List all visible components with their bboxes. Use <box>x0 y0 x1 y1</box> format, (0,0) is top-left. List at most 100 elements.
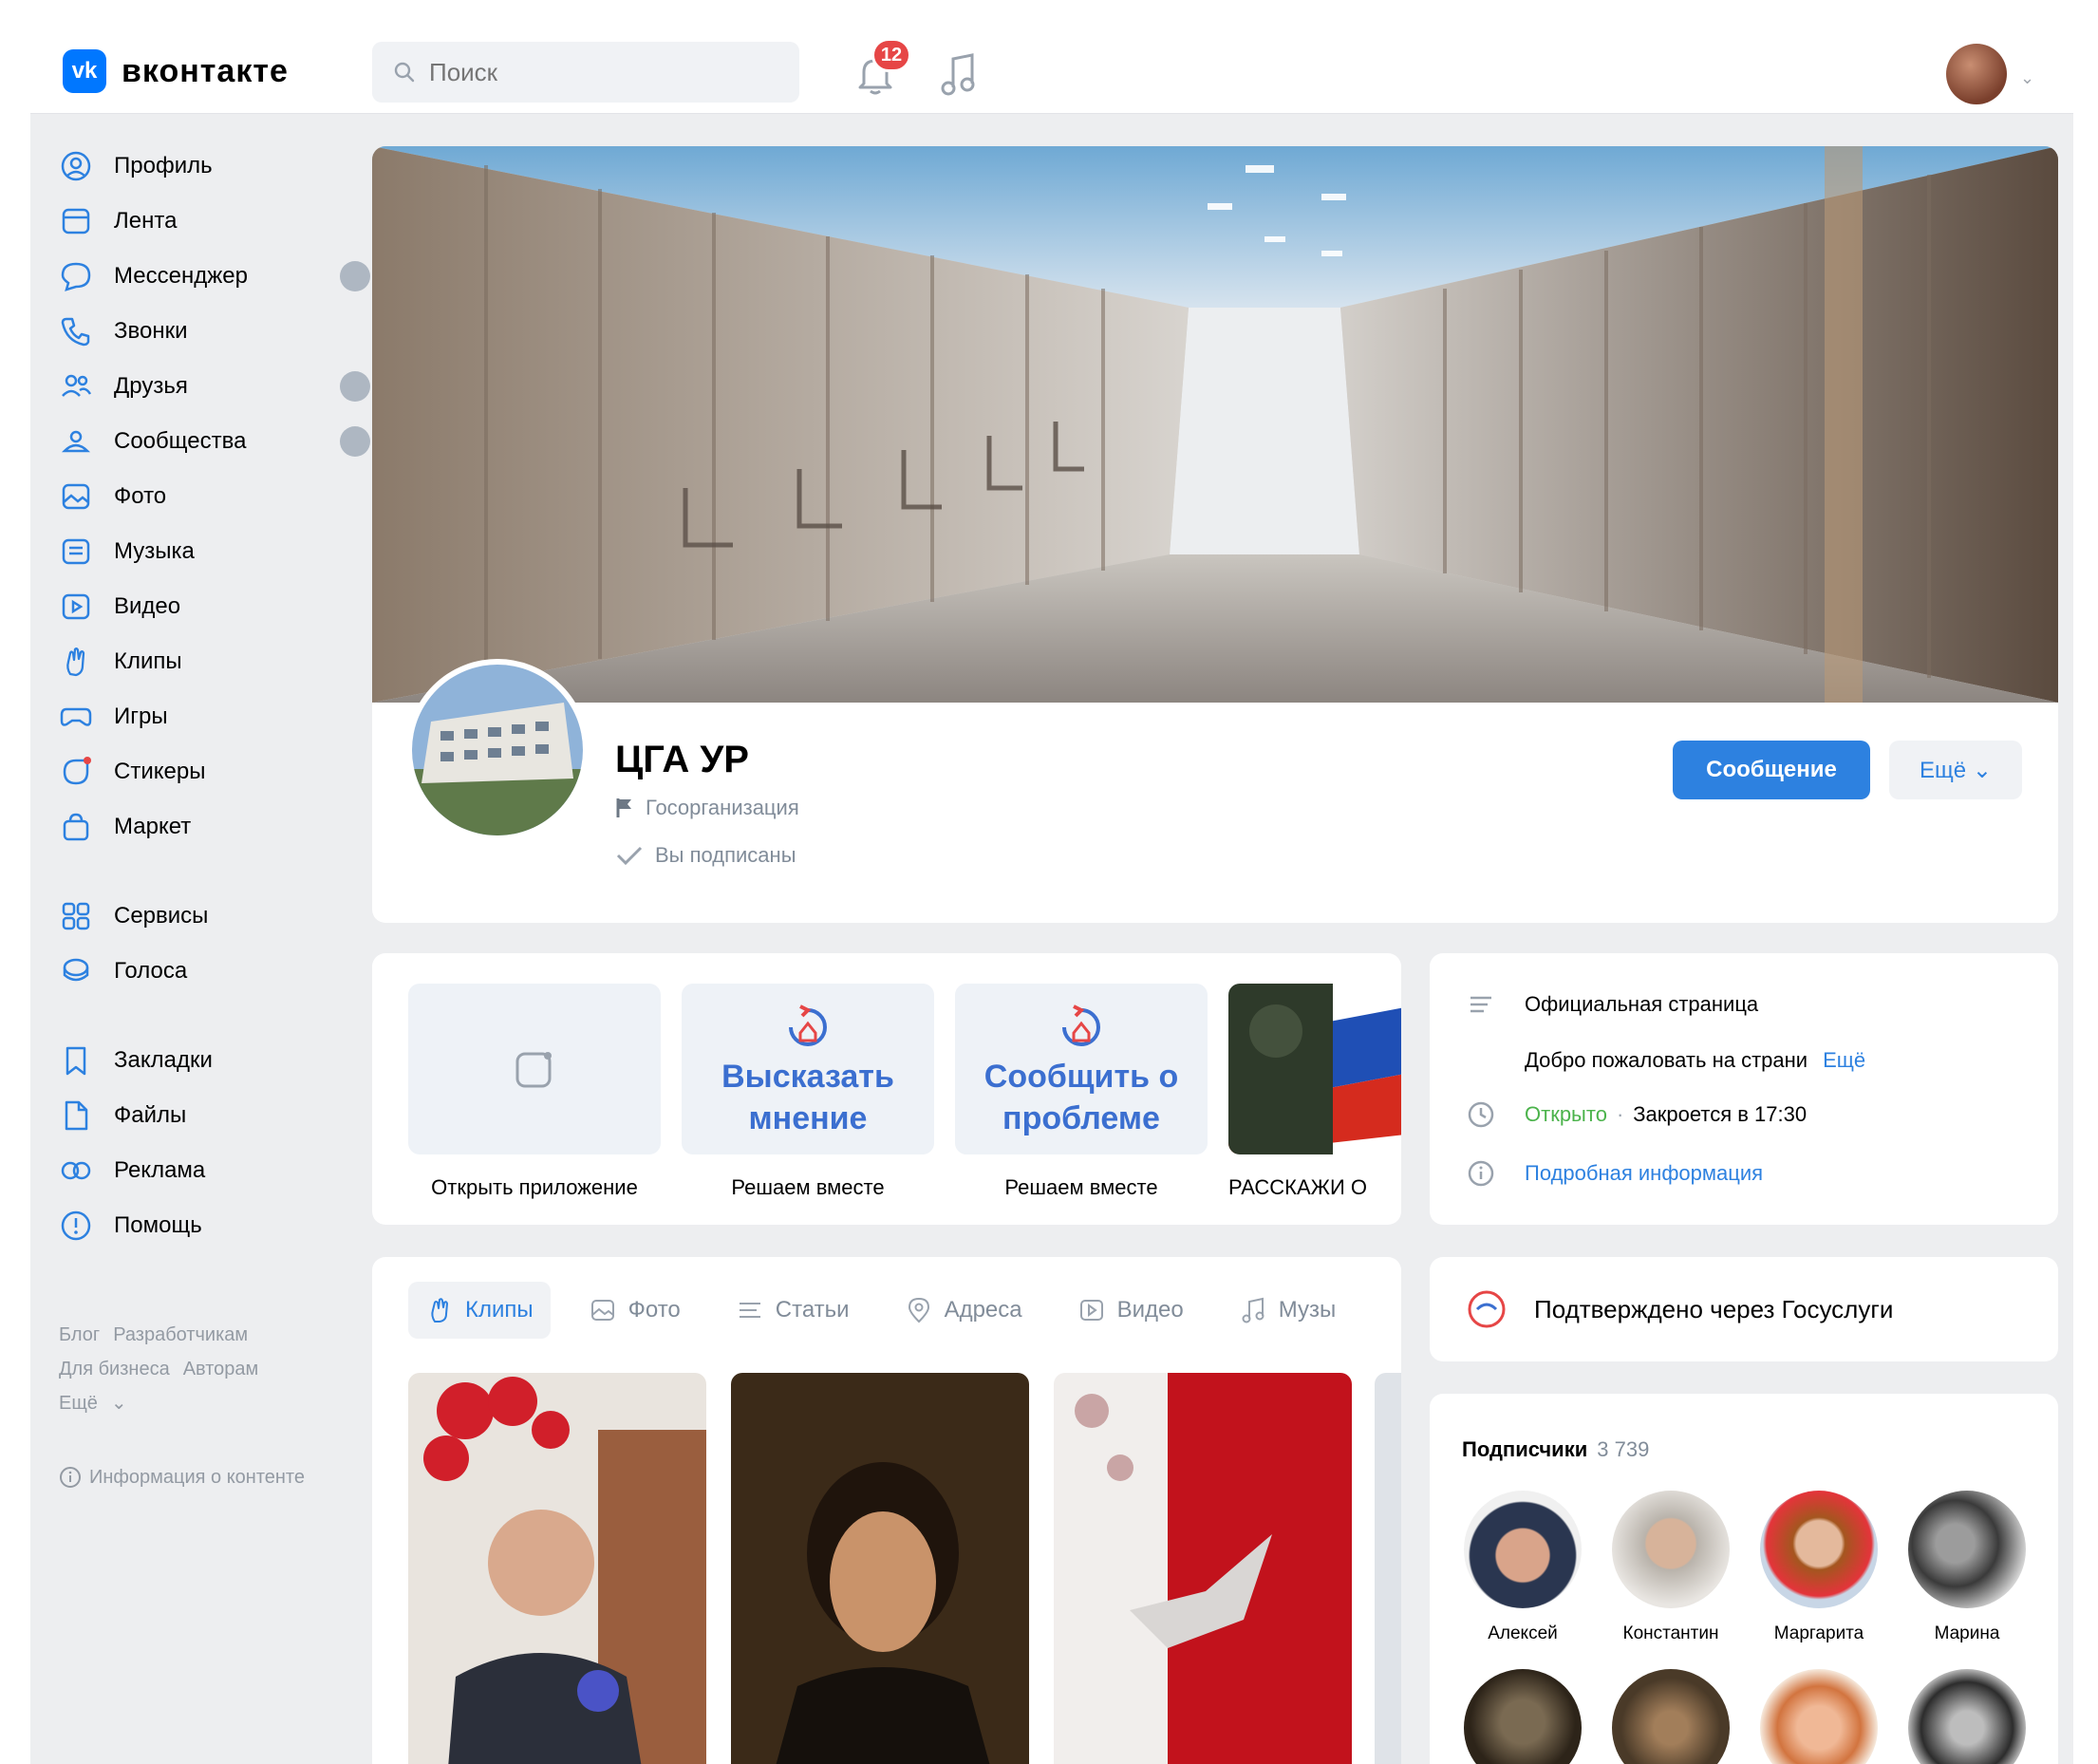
services-icon <box>62 902 90 930</box>
app-tile <box>1228 984 1401 1154</box>
content-info-link[interactable]: Информация о контенте <box>59 1466 305 1489</box>
clip-thumbnail-partial[interactable] <box>1375 1373 1401 1764</box>
sidebar-item-messenger[interactable]: Мессенджер <box>59 249 372 304</box>
sidebar-item-photo[interactable]: Фото <box>59 469 372 524</box>
sidebar-item-label: Маркет <box>114 814 192 839</box>
welcome-more-link[interactable]: Ещё <box>1823 1048 1865 1073</box>
subscriber[interactable] <box>1610 1669 1732 1764</box>
subscriber-avatar <box>1612 1491 1730 1608</box>
sidebar-item-feed[interactable]: Лента <box>59 194 372 249</box>
app-report-problem[interactable]: Сообщить о проблеме Решаем вместе <box>955 984 1208 1200</box>
vk-logo-mark: vk <box>63 49 106 93</box>
tab-addresses[interactable]: Адреса <box>888 1282 1040 1339</box>
photo-icon <box>590 1300 614 1321</box>
subscriber-name: Алексей <box>1488 1623 1558 1643</box>
footer-link-developers[interactable]: Разработчикам <box>113 1324 248 1345</box>
clip-thumbnail[interactable] <box>408 1373 706 1764</box>
media-card: Клипы Фото Статьи Адреса Видео Музы <box>372 1257 1401 1764</box>
subscriber[interactable] <box>1906 1669 2028 1764</box>
flag-icon <box>616 798 631 817</box>
app-tile <box>408 984 661 1154</box>
sidebar-item-market[interactable]: Маркет <box>59 799 372 854</box>
list-icon <box>1470 996 1491 1013</box>
tab-articles[interactable]: Статьи <box>719 1282 867 1339</box>
files-icon <box>65 1100 88 1131</box>
subscriber[interactable]: Константин <box>1610 1491 1732 1644</box>
info-welcome: Добро пожаловать на страни Ещё <box>1525 1048 1865 1073</box>
sidebar-item-stickers[interactable]: Стикеры <box>59 744 372 799</box>
group-type-label: Госорганизация <box>646 796 799 819</box>
tab-clips[interactable]: Клипы <box>408 1282 551 1339</box>
info-details[interactable]: Подробная информация <box>1466 1158 1763 1189</box>
stickers-icon <box>63 757 91 785</box>
subscribers-title[interactable]: Подписчики 3 739 <box>1462 1437 1649 1462</box>
sidebar-item-friends[interactable]: Друзья <box>59 359 372 414</box>
app-opinion[interactable]: Высказать мнение Решаем вместе <box>682 984 934 1200</box>
footer-link-blog[interactable]: Блог <box>59 1324 100 1345</box>
sidebar-item-communities[interactable]: Сообщества <box>59 414 372 469</box>
top-bar: vk вконтакте 12 ⌄ <box>30 8 2073 114</box>
articles-icon <box>739 1303 760 1318</box>
music-note-icon[interactable] <box>936 49 982 99</box>
footer-link-authors[interactable]: Авторам <box>183 1359 259 1379</box>
video-icon <box>1079 1300 1103 1321</box>
subscriber[interactable] <box>1758 1669 1880 1764</box>
sidebar-item-ads[interactable]: Реклама <box>59 1143 372 1198</box>
communities-icon <box>61 430 91 453</box>
welcome-text: Добро пожаловать на страни <box>1525 1048 1808 1072</box>
sidebar-item-label: Закладки <box>114 1047 213 1073</box>
vk-logo[interactable]: vk вконтакте <box>63 49 289 93</box>
message-button[interactable]: Сообщение <box>1673 741 1870 799</box>
group-avatar[interactable] <box>406 659 589 841</box>
search-box[interactable] <box>372 42 799 103</box>
sidebar-item-profile[interactable]: Профиль <box>59 139 372 194</box>
messenger-icon <box>61 262 91 291</box>
search-icon <box>394 62 415 83</box>
open-app-icon <box>515 1052 552 1088</box>
sidebar-item-services[interactable]: Сервисы <box>59 889 372 944</box>
sidebar-item-music[interactable]: Музыка <box>59 524 372 579</box>
music-icon <box>62 538 90 565</box>
sidebar-item-calls[interactable]: Звонки <box>59 304 372 359</box>
sidebar-item-files[interactable]: Файлы <box>59 1088 372 1143</box>
app-open[interactable]: Открыть приложение <box>408 984 661 1200</box>
sidebar-item-video[interactable]: Видео <box>59 579 372 634</box>
video-icon <box>62 593 90 620</box>
sidebar-item-bookmarks[interactable]: Закладки <box>59 1033 372 1088</box>
footer-link-business[interactable]: Для бизнеса <box>59 1359 170 1379</box>
clip-thumbnail[interactable] <box>1054 1373 1352 1764</box>
user-avatar[interactable] <box>1946 44 2007 104</box>
app-tell-about[interactable]: РАССКАЖИ О <box>1228 984 1401 1200</box>
app-caption: Открыть приложение <box>431 1175 638 1199</box>
sidebar-item-label: Музыка <box>114 538 195 564</box>
footer-link-more[interactable]: Ещё <box>59 1393 98 1414</box>
bookmark-icon <box>66 1046 86 1076</box>
sidebar-item-votes[interactable]: Голоса <box>59 944 372 999</box>
subscribers-label: Подписчики <box>1462 1437 1588 1461</box>
tab-photo[interactable]: Фото <box>571 1282 698 1339</box>
subscription-label: Вы подписаны <box>655 843 796 867</box>
official-label: Официальная страница <box>1525 992 1759 1016</box>
more-button[interactable]: Ещё ⌄ <box>1889 741 2022 799</box>
sidebar-item-games[interactable]: Игры <box>59 689 372 744</box>
clip-thumbnail[interactable] <box>731 1373 1029 1764</box>
subscriber[interactable] <box>1462 1669 1583 1764</box>
tab-label: Видео <box>1116 1297 1184 1323</box>
sidebar-item-label: Помощь <box>114 1212 202 1238</box>
subscriber[interactable]: Алексей <box>1462 1491 1583 1644</box>
clip-image-cranes <box>1054 1373 1352 1764</box>
sidebar-item-help[interactable]: Помощь <box>59 1198 372 1253</box>
subscriber[interactable]: Марина <box>1906 1491 2028 1644</box>
chevron-down-icon[interactable]: ⌄ <box>2020 68 2034 88</box>
sidebar-item-clips[interactable]: Клипы <box>59 634 372 689</box>
search-input[interactable] <box>429 57 771 87</box>
subscription-status[interactable]: Вы подписаны <box>615 843 796 868</box>
subscriber[interactable]: Маргарита <box>1758 1491 1880 1644</box>
subscriber-name: Марина <box>1934 1623 2000 1643</box>
check-icon <box>616 846 643 866</box>
group-name: ЦГА УР <box>615 739 749 780</box>
tab-music[interactable]: Музы <box>1222 1282 1354 1339</box>
gosuslugi-card[interactable]: Подтверждено через Госуслуги <box>1430 1257 2058 1361</box>
reshaem-logo-icon <box>789 1004 827 1046</box>
tab-video[interactable]: Видео <box>1060 1282 1201 1339</box>
